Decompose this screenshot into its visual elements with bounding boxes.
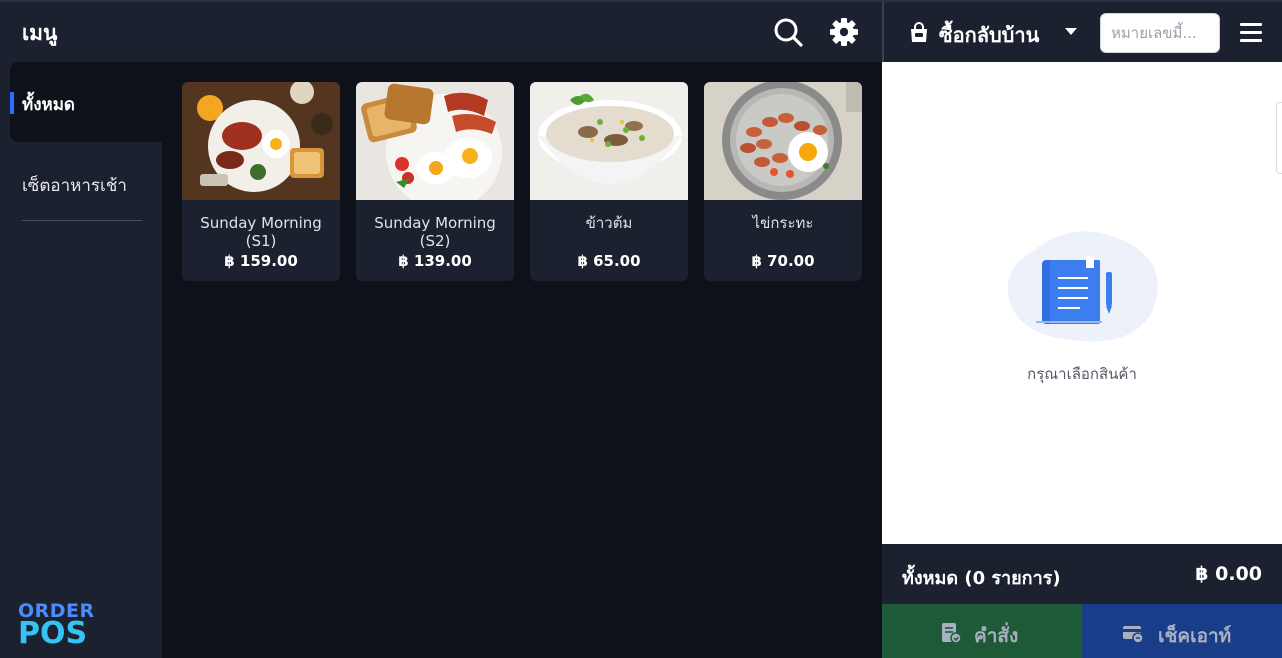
product-price: ฿ 70.00 (751, 252, 815, 270)
menu-pane: เมนู ทั้งหมด เซ็ตอาหารเช้า ORDER POS Sun… (0, 0, 882, 658)
empty-notebook-icon (1007, 231, 1158, 342)
product-name: Sunday Morning (S2) (374, 214, 496, 250)
breakfast-plate-image (182, 82, 340, 200)
pos-app: เมนู ทั้งหมด เซ็ตอาหารเช้า ORDER POS Sun… (0, 0, 1282, 658)
brand-logo-line2: POS (18, 616, 88, 651)
product-card[interactable]: ข้าวต้ม ฿ 65.00 (530, 82, 688, 281)
sidebar-item-all[interactable]: ทั้งหมด (10, 62, 162, 142)
product-price: ฿ 65.00 (577, 252, 641, 270)
toast-eggs-bacon-image (356, 82, 514, 200)
hamburger-icon[interactable] (1240, 22, 1264, 44)
menu-header: เมนู (0, 0, 882, 62)
order-total-label: ทั้งหมด (0 รายการ) (902, 568, 1061, 589)
cart-area: กรุณาเลือกสินค้า (882, 62, 1282, 544)
search-icon[interactable] (772, 16, 804, 48)
product-card[interactable]: ไข่กระทะ ฿ 70.00 (704, 82, 862, 281)
sidebar-item-breakfast-set[interactable]: เซ็ตอาหารเช้า (10, 142, 162, 222)
credit-card-icon (1123, 626, 1144, 644)
gear-icon[interactable] (828, 16, 860, 48)
product-card[interactable]: Sunday Morning (S2) ฿ 139.00 (356, 82, 514, 281)
product-name: ข้าวต้ม (585, 214, 633, 232)
order-total-bar: ทั้งหมด (0 รายการ) ฿ 0.00 (882, 544, 1282, 604)
divider (22, 220, 142, 221)
order-type-label: ซื้อกลับบ้าน (939, 23, 1040, 47)
order-button[interactable]: คำสั่ง (882, 604, 1082, 658)
empty-cart-message: กรุณาเลือกสินค้า (1027, 365, 1137, 383)
side-handle[interactable] (1276, 102, 1282, 174)
product-name: Sunday Morning (S1) (200, 214, 322, 250)
pan-eggs-sausage-image (704, 82, 862, 200)
order-total-amount: ฿ 0.00 (1195, 563, 1262, 585)
table-number-input[interactable] (1100, 13, 1220, 53)
checkout-button-label: เช็คเอาท์ (1158, 625, 1232, 647)
product-price: ฿ 139.00 (398, 252, 472, 270)
product-name: ไข่กระทะ (752, 214, 814, 232)
chevron-down-icon (1065, 28, 1077, 35)
page-title: เมนู (22, 21, 58, 45)
product-price: ฿ 159.00 (224, 252, 298, 270)
sidebar-item-label: เซ็ตอาหารเช้า (22, 176, 127, 196)
active-indicator (10, 92, 14, 114)
product-card[interactable]: Sunday Morning (S1) ฿ 159.00 (182, 82, 340, 281)
shopping-bag-icon (911, 22, 927, 42)
brand-logo: ORDER POS (18, 600, 98, 652)
rice-porridge-image (530, 82, 688, 200)
sidebar-item-label: ทั้งหมด (22, 95, 75, 115)
order-header: ซื้อกลับบ้าน (882, 0, 1282, 62)
category-sidebar: ทั้งหมด เซ็ตอาหารเช้า (0, 62, 162, 658)
order-receipt-icon (942, 623, 962, 644)
order-pane: ซื้อกลับบ้าน หมายเลขมี้... กรุณาเลือกสิน… (882, 0, 1282, 658)
order-button-label: คำสั่ง (974, 625, 1019, 647)
checkout-button[interactable]: เช็คเอาท์ (1082, 604, 1282, 658)
